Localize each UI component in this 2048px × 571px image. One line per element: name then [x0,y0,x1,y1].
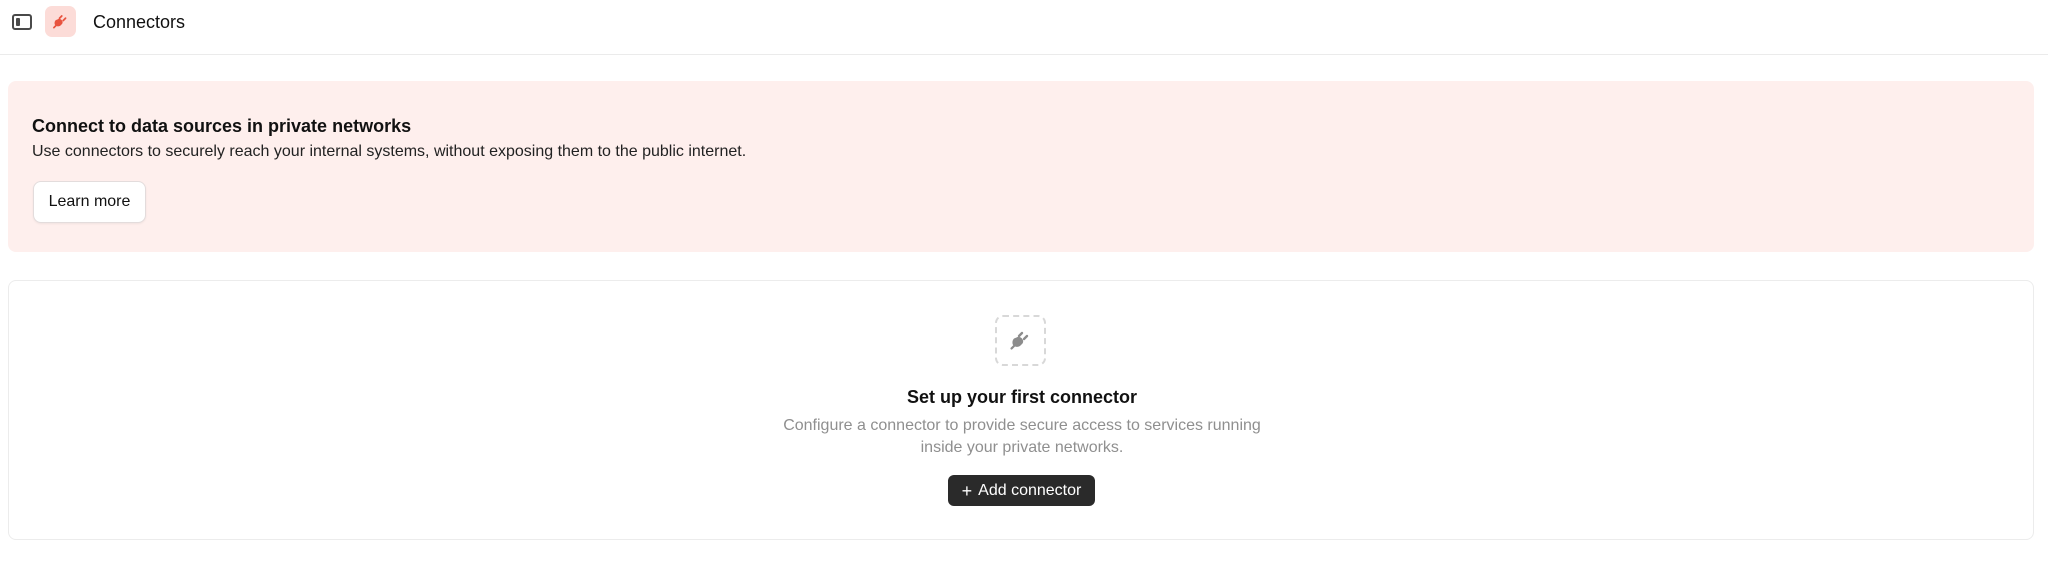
info-banner: Connect to data sources in private netwo… [8,81,2034,252]
learn-more-button[interactable]: Learn more [33,181,146,223]
empty-state-card: Set up your first connector Configure a … [8,280,2034,540]
empty-state-title: Set up your first connector [906,387,1138,407]
plug-icon [1009,331,1028,350]
page-header: Connectors [0,0,2048,55]
page-title: Connectors [93,12,186,32]
add-connector-button[interactable]: + Add connector [948,475,1095,506]
plug-icon-svg [52,14,66,28]
banner-description: Use connectors to securely reach your in… [32,143,747,160]
add-connector-label: Add connector [978,481,1082,499]
sidebar-toggle-icon[interactable] [12,14,32,30]
plus-icon: + [961,480,973,501]
banner-title: Connect to data sources in private netwo… [32,116,412,136]
empty-state-description: Configure a connector to provide secure … [783,417,1261,456]
empty-state-icon-box [995,315,1046,366]
plug-icon [45,6,76,37]
